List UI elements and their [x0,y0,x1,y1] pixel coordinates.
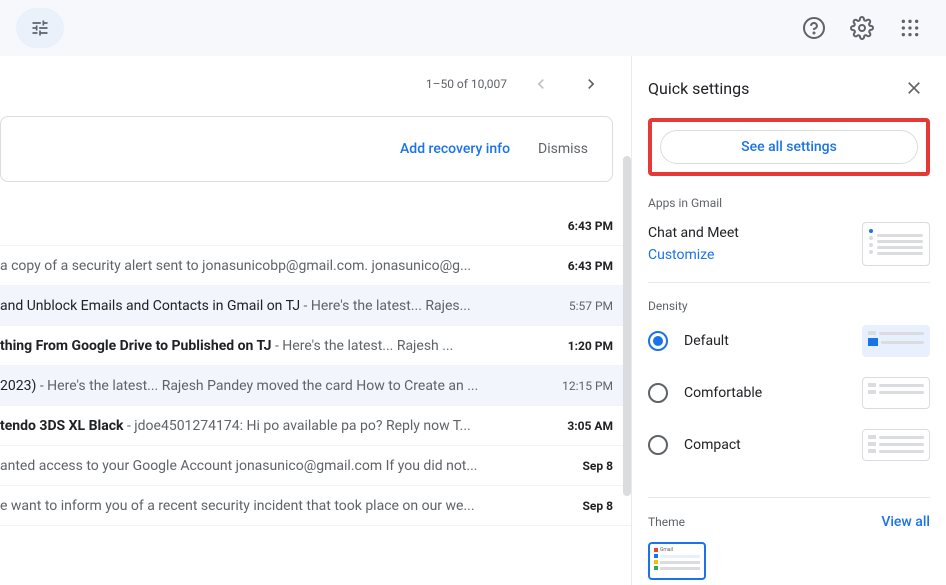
email-row[interactable]: 2023) - Here's the latest... Rajesh Pand… [0,366,631,406]
email-time: 5:57 PM [569,299,613,313]
email-row[interactable]: 6:43 PM [0,206,631,246]
next-page-button[interactable] [575,68,607,100]
email-row[interactable]: tendo 3DS XL Black - jdoe4501274174: Hi … [0,406,631,446]
gear-icon [850,16,874,40]
apps-text-group: Chat and Meet Customize [648,225,739,263]
density-option-compact[interactable]: Compact [648,429,930,461]
email-content: e want to inform you of a recent securit… [0,498,583,514]
settings-header: Quick settings [648,72,930,104]
email-time: Sep 8 [583,459,614,473]
theme-header: Theme View all [648,514,930,530]
email-row[interactable]: thing From Google Drive to Published on … [0,326,631,366]
density-section: Density Default Comfortable [648,299,930,498]
density-thumbnail [862,429,930,461]
customize-link[interactable]: Customize [648,247,714,263]
email-row[interactable]: anted access to your Google Account jona… [0,446,631,486]
pagination: 1–50 of 10,007 [0,56,631,108]
email-list: 6:43 PM a copy of a security alert sent … [0,206,631,526]
dismiss-link[interactable]: Dismiss [538,141,588,157]
chat-meet-label: Chat and Meet [648,225,739,241]
radio-comfortable[interactable] [648,383,668,403]
email-content: a copy of a security alert sent to jonas… [0,258,568,274]
topbar [0,0,946,56]
prev-page-button[interactable] [525,68,557,100]
add-recovery-link[interactable]: Add recovery info [400,141,510,157]
email-row[interactable]: and Unblock Emails and Contacts in Gmail… [0,286,631,326]
main-container: 1–50 of 10,007 Add recovery info Dismiss… [0,56,946,585]
recovery-banner: Add recovery info Dismiss [0,116,613,182]
settings-button[interactable] [842,8,882,48]
section-label: Density [648,299,930,313]
topbar-left [16,8,64,48]
see-all-settings-button[interactable]: See all settings [660,130,918,164]
theme-thumbnail[interactable]: Gmail [648,542,706,580]
help-button[interactable] [794,8,834,48]
email-row[interactable]: a copy of a security alert sent to jonas… [0,246,631,286]
chevron-left-icon [531,74,551,94]
topbar-right [794,8,930,48]
email-time: 12:15 PM [562,379,613,393]
section-label: Apps in Gmail [648,196,930,210]
email-time: 3:05 AM [567,419,613,433]
email-time: 6:43 PM [568,259,613,273]
email-time: Sep 8 [583,499,614,513]
apps-grid-icon [900,18,920,38]
view-all-link[interactable]: View all [881,514,930,530]
search-options-button[interactable] [16,8,64,48]
section-label: Theme [648,515,685,529]
close-icon [904,78,924,98]
highlighted-area: See all settings [648,118,930,176]
density-label: Comfortable [684,385,762,401]
email-content: anted access to your Google Account jona… [0,458,583,474]
density-label: Compact [684,437,741,453]
email-panel: 1–50 of 10,007 Add recovery info Dismiss… [0,56,631,585]
email-content: and Unblock Emails and Contacts in Gmail… [0,298,569,314]
help-icon [802,16,826,40]
chevron-right-icon [581,74,601,94]
email-time: 6:43 PM [568,219,613,233]
radio-default[interactable] [648,331,668,351]
pagination-range: 1–50 of 10,007 [426,77,507,91]
density-option-default[interactable]: Default [648,325,930,357]
apps-row: Chat and Meet Customize [648,222,930,266]
apps-section: Apps in Gmail Chat and Meet Customize [648,196,930,283]
email-content: 2023) - Here's the latest... Rajesh Pand… [0,378,562,394]
close-button[interactable] [898,72,930,104]
email-content: thing From Google Drive to Published on … [0,338,568,354]
email-row[interactable]: e want to inform you of a recent securit… [0,486,631,526]
density-thumbnail [862,325,930,357]
apps-thumbnail[interactable] [862,222,930,266]
scrollbar[interactable] [623,156,631,496]
tune-icon [30,18,50,38]
apps-button[interactable] [890,8,930,48]
density-thumbnail [862,377,930,409]
quick-settings-panel: Quick settings See all settings Apps in … [631,56,946,585]
density-option-comfortable[interactable]: Comfortable [648,377,930,409]
email-content: tendo 3DS XL Black - jdoe4501274174: Hi … [0,418,567,434]
theme-section: Theme View all Gmail [648,514,930,580]
density-label: Default [684,333,729,349]
radio-compact[interactable] [648,435,668,455]
settings-title: Quick settings [648,79,749,98]
email-time: 1:20 PM [568,339,613,353]
